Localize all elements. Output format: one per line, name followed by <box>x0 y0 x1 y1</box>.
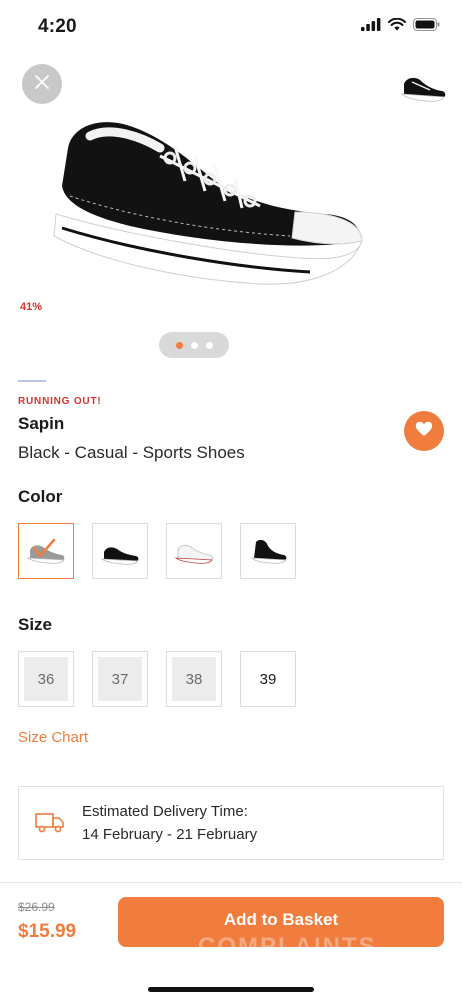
add-to-basket-label: Add to Basket <box>223 910 339 929</box>
delivery-dates: 14 February - 21 February <box>82 826 258 843</box>
color-option-black-high[interactable] <box>240 523 296 579</box>
size-chart-link[interactable]: Size Chart <box>18 729 88 746</box>
color-options <box>18 523 296 579</box>
product-name: Black - Casual - Sports Shoes <box>18 443 245 462</box>
size-label: 37 <box>98 657 142 701</box>
size-option-37[interactable]: 37 <box>92 651 148 707</box>
signal-icon <box>361 18 381 36</box>
product-main-image[interactable] <box>10 86 390 316</box>
delivery-info: Estimated Delivery Time: 14 February - 2… <box>18 786 444 860</box>
add-to-basket-button[interactable]: Add to Basket COMPLAINTS <box>118 897 444 947</box>
size-option-39[interactable]: 39 <box>240 651 296 707</box>
color-option-grey[interactable] <box>18 523 74 579</box>
heart-icon <box>415 421 433 442</box>
sale-price: $15.99 <box>18 921 77 942</box>
divider <box>18 380 46 382</box>
pagination-dot[interactable] <box>190 341 198 349</box>
color-option-black-low[interactable] <box>92 523 148 579</box>
size-option-38[interactable]: 38 <box>166 651 222 707</box>
status-time: 4:20 <box>38 16 77 37</box>
delivery-title: Estimated Delivery Time: <box>82 803 248 820</box>
size-label: 38 <box>172 657 216 701</box>
stock-alert-badge: RUNNING OUT! <box>18 396 102 407</box>
product-brand[interactable]: Sapin <box>18 414 64 434</box>
gallery-pagination[interactable] <box>159 332 229 358</box>
pagination-dot[interactable] <box>205 341 213 349</box>
color-section-title: Color <box>18 487 63 506</box>
truck-icon <box>35 811 65 838</box>
status-icons <box>361 17 440 36</box>
home-indicator[interactable] <box>148 987 314 992</box>
color-option-white[interactable] <box>166 523 222 579</box>
product-thumbnail[interactable] <box>396 66 448 106</box>
size-label: 36 <box>24 657 68 701</box>
size-options: 36 37 38 39 <box>18 651 296 707</box>
battery-icon <box>413 18 440 36</box>
purchase-bar: $26.99 $15.99 Add to Basket COMPLAINTS <box>0 882 462 1000</box>
original-price: $26.99 <box>18 900 55 914</box>
size-label: 39 <box>259 670 277 688</box>
watermark-overlay: COMPLAINTS <box>198 933 377 947</box>
size-section-title: Size <box>18 615 53 634</box>
size-option-36[interactable]: 36 <box>18 651 74 707</box>
status-bar: 4:20 <box>0 0 462 56</box>
pagination-dot[interactable] <box>175 341 183 349</box>
favorite-button[interactable] <box>404 411 444 451</box>
product-gallery[interactable]: 41% <box>0 56 462 382</box>
wifi-icon <box>388 17 406 36</box>
discount-badge: 41% <box>20 301 43 313</box>
